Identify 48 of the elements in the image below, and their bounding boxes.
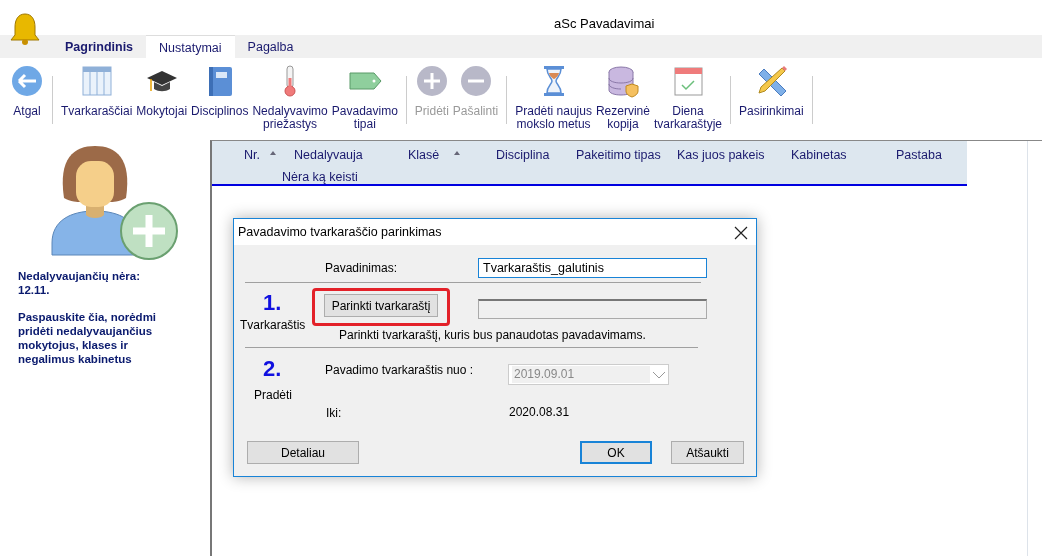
toolbar-button[interactable]: Tvarkaraščiai [59,64,135,118]
choose-timetable-button[interactable]: Parinkti tvarkaraštį [324,294,438,317]
empty-message: Nėra ką keisti [282,169,358,186]
date-text: 2020.08.31 [509,404,570,421]
column-header[interactable]: Kabinetas [791,146,847,165]
step-number: 2. [263,358,282,380]
field-label: Iki: [326,405,342,422]
toolbar-button[interactable]: Diena tvarkaraštyje [651,64,724,131]
field-label: Pavadinimas: [325,260,398,277]
step-label: Pradėti [254,387,293,404]
bell-icon [10,12,40,46]
hint-link[interactable]: Paspauskite čia, norėdmi pridėti nedalyvaujančius mokytojus, klases ir negalimus kabinetus [18,310,168,366]
toolbar-button[interactable]: Disciplinos [189,64,251,118]
dialog-button[interactable]: Atšaukti [671,441,744,464]
tab[interactable]: Pagalba [234,35,307,58]
toolbar-button[interactable]: Mokytojai [134,64,190,118]
column-header[interactable]: Pastaba [896,146,942,165]
step-label: Tvarkaraštis [240,317,306,334]
toolbar-button[interactable]: Nedalyvavimo priežastys [250,64,330,131]
step-number: 1. [263,292,282,314]
field-label: Pavadimo tvarkaraštis nuo : [325,362,474,379]
description-text: Parinkti tvarkaraštį, kuris bus panaudotas pavadavimams. [339,327,646,344]
dialog-button[interactable]: OK [580,441,652,464]
tab[interactable]: Nustatymai [146,35,235,58]
chevron-down-icon [650,369,668,380]
minus-icon [458,64,493,98]
status-text: Nedalyvaujančių nėra: 12.11. [18,269,142,297]
toolbar-button[interactable]: Pavadavimo tipai [329,64,400,131]
database-icon [605,64,640,98]
close-icon [734,225,748,240]
dialog-title: Pavadavimo tvarkaraščio parinkimas [238,223,442,241]
column-header[interactable]: Klasė [408,146,440,165]
tab[interactable]: Pagrindinis [52,35,147,58]
toolbar-button[interactable]: Pradėti naujus mokslo metus [513,64,594,131]
plus-icon [414,64,449,98]
table-icon [79,64,114,98]
name-field[interactable]: Tvarkaraštis_galutinis [478,258,707,278]
dialog-button[interactable]: Detaliau [247,441,359,464]
column-header[interactable]: Kas juos pakeis [677,146,765,165]
back-icon [10,64,44,98]
toolbar-button[interactable]: Atgal [8,64,46,118]
toolbar-button[interactable]: Pasirinkimai [737,64,806,118]
window-title: aSc Pavadavimai [554,15,655,33]
column-header[interactable]: Disciplina [496,146,550,165]
toolbar-button[interactable]: Rezervinė kopija [593,64,652,131]
column-header[interactable]: Pakeitimo tipas [576,146,661,165]
column-header[interactable]: Nedalyvauja [294,146,363,165]
column-header[interactable]: Nr. [244,146,260,165]
